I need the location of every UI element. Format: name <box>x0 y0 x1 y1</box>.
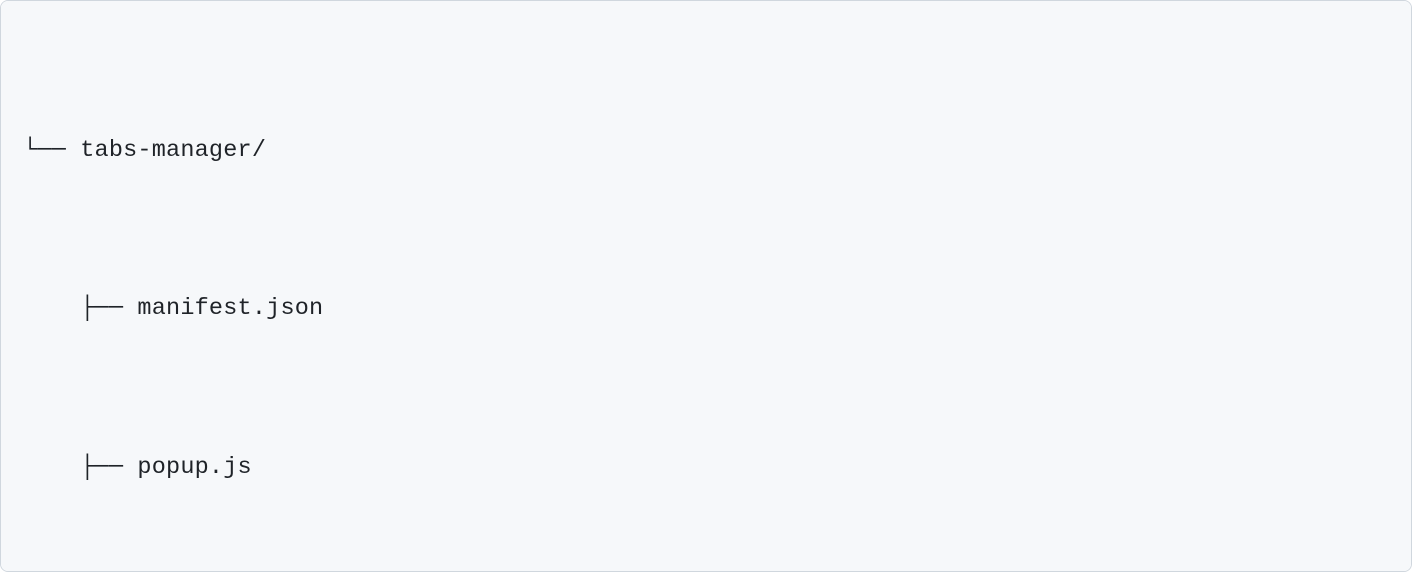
tree-line: ├── manifest.json <box>23 283 1389 336</box>
tree-line: ├── popup.js <box>23 442 1389 495</box>
code-block: └── tabs-manager/ ├── manifest.json ├── … <box>0 0 1412 572</box>
file-tree: └── tabs-manager/ ├── manifest.json ├── … <box>23 19 1389 572</box>
tree-line: └── tabs-manager/ <box>23 125 1389 178</box>
